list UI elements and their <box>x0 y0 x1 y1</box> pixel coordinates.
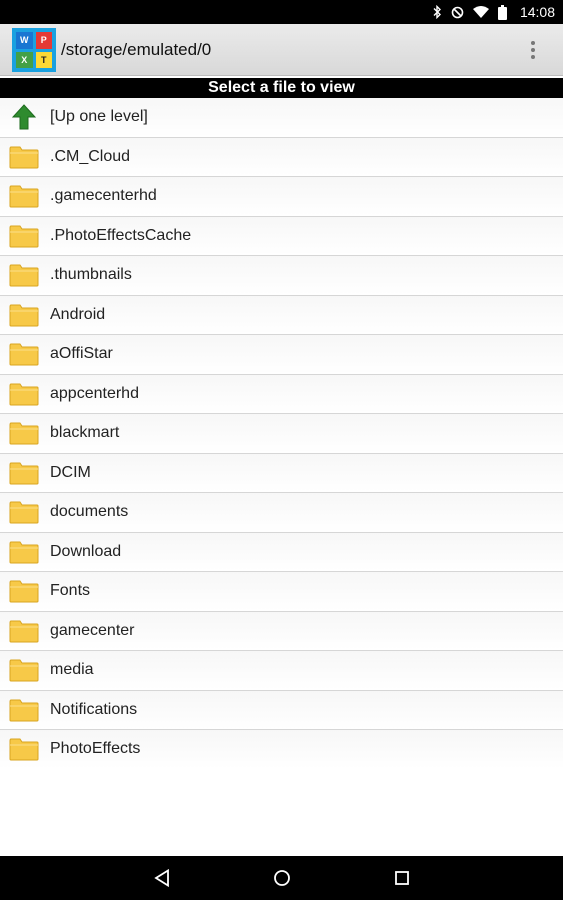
navigation-bar <box>0 856 563 900</box>
up-one-level-label: [Up one level] <box>50 108 148 126</box>
folder-item[interactable]: gamecenter <box>0 611 563 651</box>
status-bar: 14:08 <box>0 0 563 24</box>
folder-icon <box>0 138 48 176</box>
folder-label: Fonts <box>50 582 91 600</box>
folder-label: DCIM <box>50 463 91 481</box>
home-icon[interactable] <box>266 862 298 894</box>
battery-icon <box>497 4 507 20</box>
app-logo: W P X T <box>12 28 56 72</box>
folder-label: blackmart <box>50 424 120 442</box>
folder-label: aOffiStar <box>50 345 113 363</box>
folder-icon <box>0 612 48 650</box>
folder-icon <box>0 414 48 452</box>
folder-item[interactable]: .thumbnails <box>0 256 563 296</box>
current-path: /storage/emulated/0 <box>61 40 212 59</box>
folder-item[interactable]: blackmart <box>0 414 563 454</box>
folder-icon <box>0 691 48 729</box>
folder-label: documents <box>50 503 129 521</box>
folder-item[interactable]: .PhotoEffectsCache <box>0 216 563 256</box>
bluetooth-icon <box>432 5 442 19</box>
do-not-disturb-icon <box>451 6 464 19</box>
folder-label: .gamecenterhd <box>50 187 157 205</box>
folder-icon <box>0 217 48 255</box>
recents-icon[interactable] <box>386 862 418 894</box>
folder-icon <box>0 375 48 413</box>
folder-label: Download <box>50 542 122 560</box>
folder-icon <box>0 730 48 768</box>
folder-icon <box>0 177 48 215</box>
folder-label: .thumbnails <box>50 266 132 284</box>
wifi-icon <box>472 6 489 18</box>
folder-icon <box>0 493 48 531</box>
folder-icon <box>0 296 48 334</box>
folder-icon <box>0 256 48 294</box>
folder-label: appcenterhd <box>50 384 139 402</box>
folder-label: .PhotoEffectsCache <box>50 226 192 244</box>
folder-icon <box>0 572 48 610</box>
select-file-header: Select a file to view <box>0 78 563 98</box>
folder-item[interactable]: .gamecenterhd <box>0 177 563 217</box>
folder-item[interactable]: Download <box>0 532 563 572</box>
folder-item[interactable]: .CM_Cloud <box>0 137 563 177</box>
up-one-level-item[interactable]: [Up one level] <box>0 98 563 138</box>
folder-item[interactable]: documents <box>0 493 563 533</box>
folder-label: Android <box>50 305 106 323</box>
folder-icon <box>0 335 48 373</box>
folder-label: gamecenter <box>50 621 135 639</box>
logo-cell-x: X <box>16 51 33 68</box>
folder-item[interactable]: DCIM <box>0 453 563 493</box>
up-arrow-icon <box>0 98 48 136</box>
back-icon[interactable] <box>146 862 178 894</box>
folder-icon <box>0 454 48 492</box>
folder-item[interactable]: Fonts <box>0 572 563 612</box>
file-list: [Up one level] .CM_Cloud .gamecenterhd .Ph… <box>0 98 563 768</box>
status-icons: 14:08 <box>432 0 555 24</box>
folder-item[interactable]: Notifications <box>0 690 563 730</box>
folder-label: Notifications <box>50 700 138 718</box>
folder-item[interactable]: Android <box>0 295 563 335</box>
overflow-menu-icon[interactable] <box>521 38 545 62</box>
folder-item[interactable]: appcenterhd <box>0 374 563 414</box>
app-bar: W P X T /storage/emulated/0 <box>0 24 563 76</box>
folder-item[interactable]: PhotoEffects <box>0 730 563 768</box>
folder-item[interactable]: media <box>0 651 563 691</box>
folder-icon <box>0 533 48 571</box>
logo-cell-t: T <box>35 51 52 68</box>
folder-label: PhotoEffects <box>50 740 141 758</box>
folder-item[interactable]: aOffiStar <box>0 335 563 375</box>
folder-icon <box>0 651 48 689</box>
folder-label: .CM_Cloud <box>50 147 131 165</box>
logo-cell-p: P <box>35 32 52 49</box>
status-time: 14:08 <box>519 4 555 20</box>
folder-label: media <box>50 661 94 679</box>
logo-cell-w: W <box>16 32 33 49</box>
